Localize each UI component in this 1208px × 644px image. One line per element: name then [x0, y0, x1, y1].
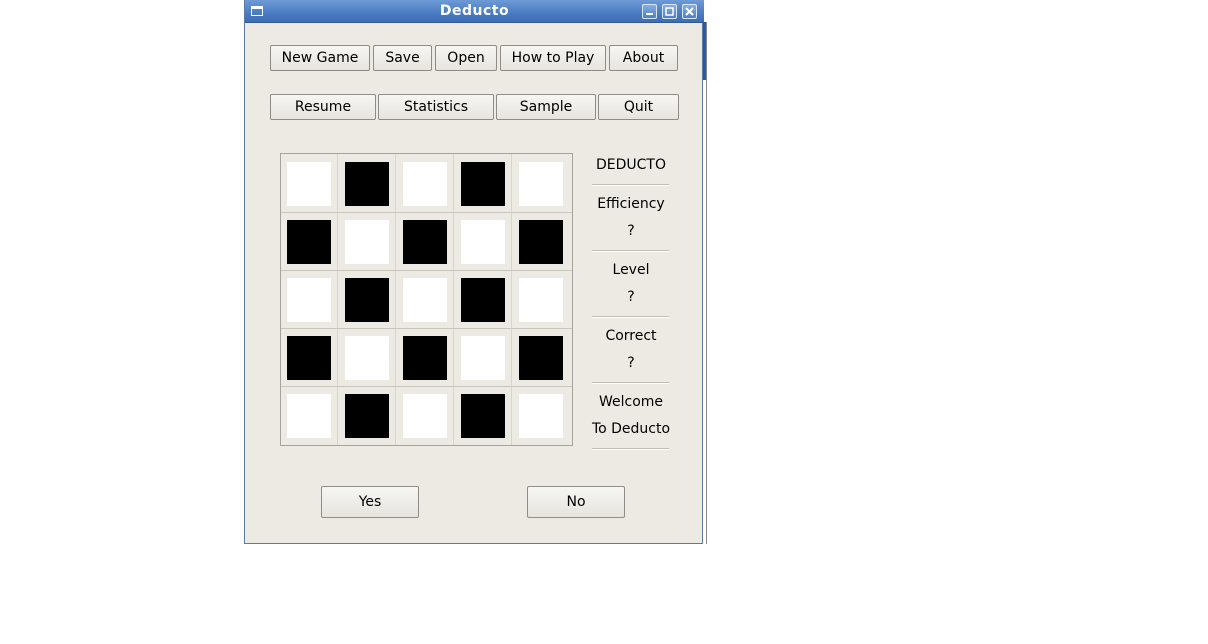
efficiency-value: ?: [627, 223, 635, 239]
game-name-label: DEDUCTO: [596, 157, 666, 173]
minimize-icon: [646, 13, 653, 15]
info-separator: [592, 316, 669, 318]
board-cell[interactable]: [519, 220, 563, 264]
board-cell[interactable]: [345, 220, 389, 264]
board-cell[interactable]: [345, 278, 389, 322]
board-cell[interactable]: [461, 278, 505, 322]
board-cell[interactable]: [461, 162, 505, 206]
board-cell[interactable]: [519, 394, 563, 438]
message-line-1: Welcome: [598, 394, 664, 410]
deducto-window: Deducto New Game Save Open How to Play A…: [244, 0, 704, 544]
board-column-divider: [453, 154, 454, 445]
statistics-button[interactable]: Statistics: [378, 94, 494, 120]
board-column-divider: [395, 154, 396, 445]
title-bar[interactable]: Deducto: [245, 0, 704, 23]
correct-label: Correct: [605, 328, 657, 344]
board-cell[interactable]: [519, 278, 563, 322]
board-cell[interactable]: [519, 162, 563, 206]
board-cell[interactable]: [403, 220, 447, 264]
board-row-divider: [281, 386, 572, 387]
maximize-icon: [665, 7, 674, 16]
board-cell[interactable]: [287, 162, 331, 206]
level-value: ?: [627, 289, 635, 305]
board-column-divider: [511, 154, 512, 445]
open-button[interactable]: Open: [435, 45, 497, 71]
board-cell[interactable]: [345, 336, 389, 380]
correct-value: ?: [627, 355, 635, 371]
how-to-play-button[interactable]: How to Play: [500, 45, 606, 71]
no-button[interactable]: No: [527, 486, 625, 518]
quit-button[interactable]: Quit: [598, 94, 679, 120]
board-cell[interactable]: [287, 278, 331, 322]
board-cell[interactable]: [345, 162, 389, 206]
save-button[interactable]: Save: [373, 45, 432, 71]
efficiency-label: Efficiency: [597, 196, 665, 212]
window-title: Deducto: [439, 3, 510, 19]
board-cell[interactable]: [287, 220, 331, 264]
new-game-button[interactable]: New Game: [270, 45, 370, 71]
board-cell[interactable]: [403, 162, 447, 206]
board-cell[interactable]: [519, 336, 563, 380]
level-label: Level: [612, 262, 650, 278]
board-cell[interactable]: [287, 394, 331, 438]
minimize-button[interactable]: [642, 4, 657, 19]
maximize-button[interactable]: [662, 4, 677, 19]
board-row-divider: [281, 270, 572, 271]
sample-button[interactable]: Sample: [496, 94, 596, 120]
yes-button[interactable]: Yes: [321, 486, 419, 518]
board-cell[interactable]: [461, 394, 505, 438]
game-board: [280, 153, 573, 446]
board-row-divider: [281, 328, 572, 329]
board-cell[interactable]: [287, 336, 331, 380]
board-cell[interactable]: [461, 336, 505, 380]
board-cell[interactable]: [403, 394, 447, 438]
info-separator: [592, 250, 669, 252]
resume-button[interactable]: Resume: [270, 94, 376, 120]
board-cell[interactable]: [403, 278, 447, 322]
board-column-divider: [337, 154, 338, 445]
board-cell[interactable]: [403, 336, 447, 380]
close-icon: [685, 7, 694, 16]
board-cell[interactable]: [345, 394, 389, 438]
about-button[interactable]: About: [609, 45, 678, 71]
info-separator: [592, 382, 669, 384]
info-separator: [592, 184, 669, 186]
board-cell[interactable]: [461, 220, 505, 264]
info-separator: [592, 448, 669, 450]
message-line-2: To Deducto: [591, 421, 671, 437]
close-button[interactable]: [682, 4, 697, 19]
board-row-divider: [281, 212, 572, 213]
